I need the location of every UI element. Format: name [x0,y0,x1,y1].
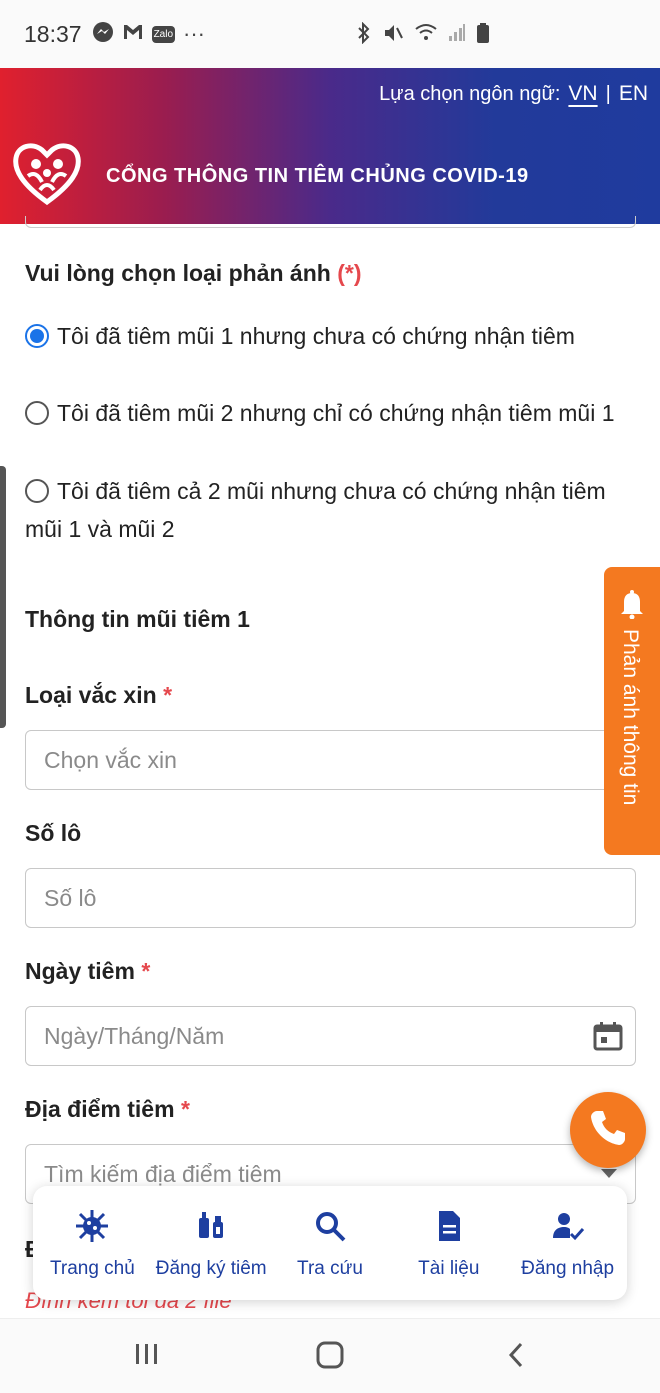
radio-option-label: Tôi đã tiêm mũi 1 nhưng chưa có chứng nh… [57,323,575,349]
nav-label: Đăng nhập [521,1258,615,1279]
nav-label: Đăng ký tiêm [155,1258,267,1279]
bell-icon [618,589,646,624]
place-label: Địa điểm tiêm * [25,1096,190,1123]
portal-header: Lựa chọn ngôn ngữ: VN | EN CỔNG THÔNG TI… [0,68,660,224]
bluetooth-icon [356,21,372,50]
language-label: Lựa chọn ngôn ngữ: [379,82,561,105]
radio-unchecked-icon[interactable] [25,401,49,425]
radio-option-label: Tôi đã tiêm cả 2 mũi nhưng chưa có chứng… [25,478,606,542]
radio-unchecked-icon[interactable] [25,479,49,503]
nav-label: Trang chủ [49,1258,135,1279]
calendar-icon[interactable] [593,1021,623,1051]
radio-option-1[interactable]: Tôi đã tiêm mũi 1 nhưng chưa có chứng nh… [25,317,635,355]
reflect-type-text: Vui lòng chọn loại phản ánh [25,260,331,286]
language-en-link[interactable]: EN [619,82,648,106]
place-label-text: Địa điểm tiêm [25,1096,175,1122]
radio-checked-icon[interactable] [25,324,49,348]
phone-icon [587,1107,629,1154]
date-label-text: Ngày tiêm [25,958,135,984]
battery-icon [476,22,490,50]
lot-placeholder: Số lô [44,884,97,911]
status-bar: 18:37 Zalo ··· [0,0,660,68]
required-star: * [180,1096,190,1122]
vaccine-icon [193,1208,229,1258]
recent-apps-icon[interactable] [134,1341,160,1372]
language-switcher: Lựa chọn ngôn ngữ: VN | EN [379,82,648,106]
place-placeholder: Tìm kiếm địa điểm tiêm [44,1160,282,1187]
feedback-tab-label: Phản ánh thông tin [619,629,642,806]
more-notifications: ··· [183,21,205,46]
vaccine-label-text: Loại vắc xin [25,682,157,708]
previous-field-edge [25,216,636,228]
vaccine-placeholder: Chọn vắc xin [44,746,177,773]
required-star: * [163,682,173,708]
nav-label: Tra cứu [297,1258,363,1279]
scroll-indicator[interactable] [0,466,6,728]
lot-label: Số lô [25,820,82,846]
date-placeholder: Ngày/Tháng/Năm [44,1022,225,1049]
portal-title: CỔNG THÔNG TIN TIÊM CHỦNG COVID-19 [106,165,529,187]
user-check-icon [550,1208,586,1258]
back-icon[interactable] [506,1341,526,1374]
nav-item-lookup[interactable]: Tra cứu [271,1186,390,1300]
lot-input[interactable]: Số lô [25,868,636,928]
chevron-down-icon[interactable] [601,1169,617,1178]
radio-option-3[interactable]: Tôi đã tiêm cả 2 mũi nhưng chưa có chứng… [25,472,635,548]
radio-option-2[interactable]: Tôi đã tiêm mũi 2 nhưng chỉ có chứng nhậ… [25,394,635,432]
zalo-icon: Zalo [151,25,176,43]
language-separator: | [605,82,611,105]
bottom-navigation: Trang chủ Đăng ký tiêm Tra cứu Tài liệu … [33,1186,627,1300]
nav-item-register[interactable]: Đăng ký tiêm [152,1186,271,1300]
section-title: Thông tin mũi tiêm 1 [25,606,250,632]
messenger-icon [92,21,114,48]
document-icon [431,1208,467,1258]
status-icons [356,21,490,50]
virus-icon [74,1208,110,1258]
status-time: 18:37 [24,20,82,47]
language-vn-link[interactable]: VN [568,82,597,106]
date-label: Ngày tiêm * [25,958,150,985]
gmail-icon [122,23,144,46]
vaccine-label: Loại vắc xin * [25,682,172,709]
feedback-side-tab[interactable]: Phản ánh thông tin [604,567,660,855]
call-button[interactable] [570,1092,646,1168]
required-star: * [141,958,151,984]
vaccine-select[interactable]: Chọn vắc xin [25,730,636,790]
system-navigation-bar [0,1318,660,1393]
reflect-type-label: Vui lòng chọn loại phản ánh (*) [25,260,361,287]
nav-label: Tài liệu [418,1258,480,1279]
nav-item-home[interactable]: Trang chủ [33,1186,152,1300]
nav-item-login[interactable]: Đăng nhập [508,1186,627,1300]
search-icon [312,1208,348,1258]
date-input[interactable]: Ngày/Tháng/Năm [25,1006,636,1066]
nav-item-documents[interactable]: Tài liệu [389,1186,508,1300]
signal-icon [448,22,466,50]
required-mark: (*) [337,260,362,286]
mute-icon [382,22,404,50]
home-icon[interactable] [316,1341,344,1374]
wifi-icon [414,22,438,50]
radio-option-label: Tôi đã tiêm mũi 2 nhưng chỉ có chứng nhậ… [57,400,615,426]
portal-logo[interactable] [12,140,82,206]
